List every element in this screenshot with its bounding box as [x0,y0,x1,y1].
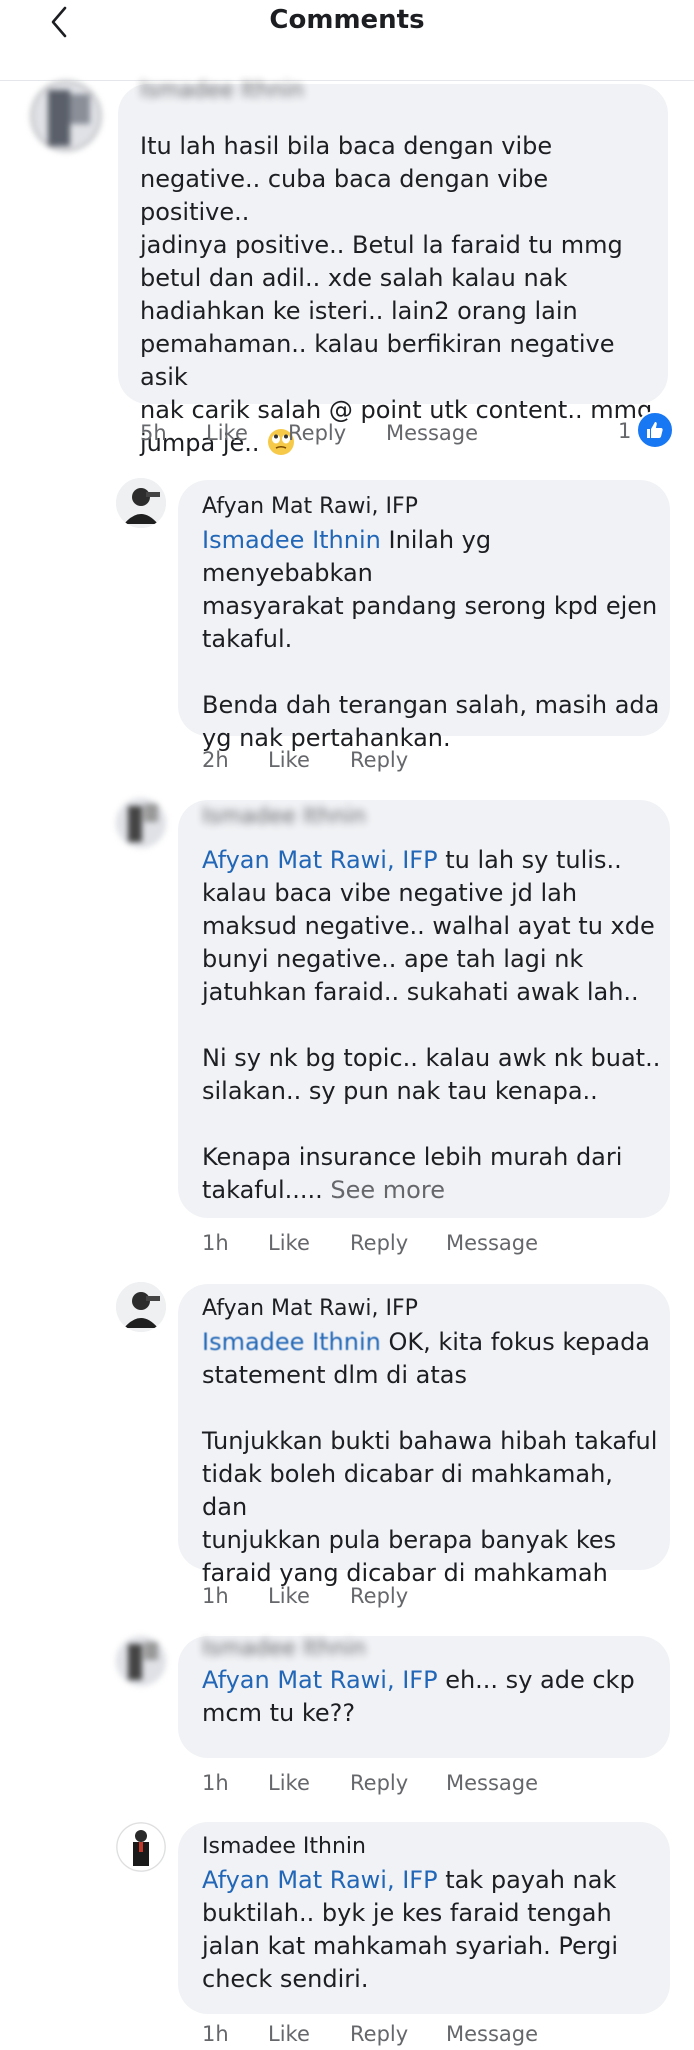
mention-link[interactable]: Afyan Mat Rawi, IFP [202,1666,438,1694]
mention-link[interactable]: Ismadee Ithnin [202,526,381,554]
avatar[interactable] [116,1822,166,1872]
comment-actions: 1h Like Reply Message [202,1767,602,1799]
like-reaction-icon[interactable] [636,411,674,449]
comment-text: Afyan Mat Rawi, IFP tak payah nak buktil… [202,1866,619,1993]
message-button[interactable]: Message [446,1767,538,1799]
message-button[interactable]: Message [386,417,478,449]
comment-time: 1h [202,1231,229,1255]
avatar[interactable] [116,798,166,848]
like-button[interactable]: Like [206,417,248,449]
reply-button[interactable]: Reply [350,744,408,776]
comment-author[interactable]: Ismadee Ithnin [202,802,366,832]
reply-button[interactable]: Reply [288,417,346,449]
comment-time: 5h [140,421,167,445]
comment-text: Itu lah hasil bila baca dengan vibe nega… [140,132,653,457]
reply-button[interactable]: Reply [350,1580,408,1612]
comment-author[interactable]: Afyan Mat Rawi, IFP [202,1294,418,1324]
comment-time: 1h [202,2022,229,2046]
comments-header: Comments [0,0,694,81]
comment-bubble: Ismadee Ithnin Afyan Mat Rawi, IFP tak p… [178,1822,670,2014]
comment-bubble: Ismadee Ithnin Itu lah hasil bila baca d… [118,78,668,457]
comment-bubble: Afyan Mat Rawi, IFP Ismadee Ithnin OK, k… [178,1284,670,1587]
like-button[interactable]: Like [268,1767,310,1799]
mention-link[interactable]: Ismadee Ithnin [202,1328,381,1356]
message-button[interactable]: Message [446,2018,538,2050]
like-button[interactable]: Like [268,744,310,776]
reply-button[interactable]: Reply [350,1767,408,1799]
comment-time: 1h [202,1771,229,1795]
comment-author[interactable]: Ismadee Ithnin [202,1634,366,1664]
comment-author[interactable]: Ismadee Ithnin [140,76,304,106]
comment-author[interactable]: Ismadee Ithnin [202,1832,366,1862]
message-button[interactable]: Message [446,1227,538,1259]
mention-link[interactable]: Afyan Mat Rawi, IFP [202,846,438,874]
comment-text: Afyan Mat Rawi, IFP eh... sy ade ckp mcm… [202,1666,635,1727]
reply-button[interactable]: Reply [350,1227,408,1259]
comment-actions: 2h Like Reply [202,744,502,776]
avatar[interactable] [116,1282,166,1332]
comment-actions: 5h Like Reply Message [140,417,560,449]
comment-text: Ismadee Ithnin OK, kita fokus kepada sta… [202,1328,658,1587]
comment-actions: 1h Like Reply Message [202,2018,602,2050]
comment-text: Afyan Mat Rawi, IFP tu lah sy tulis.. ka… [202,846,661,1204]
comment-time: 1h [202,1584,229,1608]
avatar[interactable] [30,80,102,152]
see-more-link[interactable]: See more [323,1176,445,1204]
mention-link[interactable]: Afyan Mat Rawi, IFP [202,1866,438,1894]
comment-actions: 1h Like Reply [202,1580,502,1612]
like-button[interactable]: Like [268,1580,310,1612]
comment-author[interactable]: Afyan Mat Rawi, IFP [202,492,418,522]
avatar[interactable] [116,478,166,528]
comment-time: 2h [202,748,229,772]
comment-actions: 1h Like Reply Message [202,1227,602,1259]
comment-bubble: Afyan Mat Rawi, IFP Ismadee Ithnin Inila… [178,480,670,752]
like-button[interactable]: Like [268,2018,310,2050]
reaction-count[interactable]: 1 [618,415,631,447]
comment-text: Ismadee Ithnin Inilah yg menyebabkan mas… [202,526,660,752]
avatar[interactable] [116,1636,166,1686]
like-button[interactable]: Like [268,1227,310,1259]
reply-button[interactable]: Reply [350,2018,408,2050]
comment-bubble: Ismadee Ithnin Afyan Mat Rawi, IFP tu la… [178,800,670,1218]
comment-bubble: Ismadee Ithnin Afyan Mat Rawi, IFP eh...… [178,1636,670,1758]
page-title: Comments [269,5,425,35]
